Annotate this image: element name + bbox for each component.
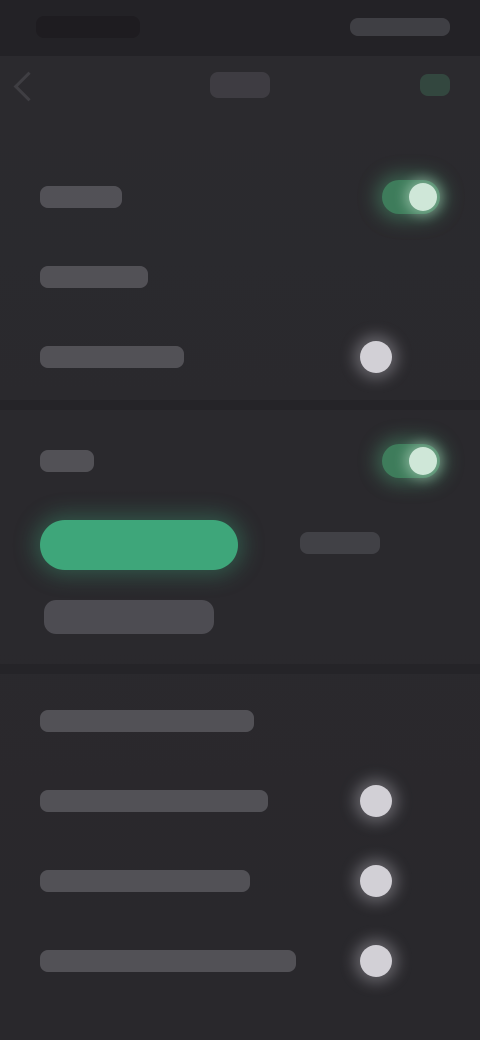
toggle-knob <box>360 865 392 897</box>
settings-row-label <box>40 950 296 972</box>
settings-screen <box>0 0 480 1040</box>
toggle-knob <box>409 183 437 211</box>
settings-row-label <box>40 450 94 472</box>
settings-row-label <box>40 710 254 732</box>
status-bar <box>0 0 480 56</box>
back-arrow-icon[interactable] <box>13 71 44 102</box>
sub-option-button[interactable] <box>44 600 214 634</box>
app-bar <box>0 56 480 120</box>
toggle-switch-off[interactable] <box>358 864 416 898</box>
status-time <box>36 16 140 38</box>
status-system-icons <box>350 18 450 36</box>
settings-row-7[interactable] <box>0 852 480 908</box>
settings-row-1[interactable] <box>0 168 480 224</box>
toggle-knob <box>360 341 392 373</box>
toggle-knob <box>360 945 392 977</box>
settings-row-6[interactable] <box>0 772 480 828</box>
toggle-switch-off[interactable] <box>358 340 416 374</box>
toggle-switch-on[interactable] <box>382 180 440 214</box>
settings-row-label <box>40 870 250 892</box>
settings-row-5[interactable] <box>0 692 480 748</box>
settings-row-3[interactable] <box>0 328 480 384</box>
check-icon[interactable] <box>420 74 450 96</box>
settings-row-8[interactable] <box>0 932 480 988</box>
settings-row-label <box>40 346 184 368</box>
secondary-option-button[interactable] <box>300 532 380 554</box>
toggle-switch-off[interactable] <box>358 784 416 818</box>
toggle-switch-on[interactable] <box>382 444 440 478</box>
toggle-switch-off[interactable] <box>358 944 416 978</box>
primary-option-button[interactable] <box>40 520 238 570</box>
settings-row-label <box>40 266 148 288</box>
settings-row-2[interactable] <box>0 248 480 304</box>
section-divider <box>0 664 480 674</box>
settings-row-4[interactable] <box>0 432 480 488</box>
toggle-knob <box>360 785 392 817</box>
section-divider <box>0 400 480 410</box>
settings-row-label <box>40 790 268 812</box>
settings-row-label <box>40 186 122 208</box>
toggle-knob <box>409 447 437 475</box>
page-title <box>210 72 270 98</box>
